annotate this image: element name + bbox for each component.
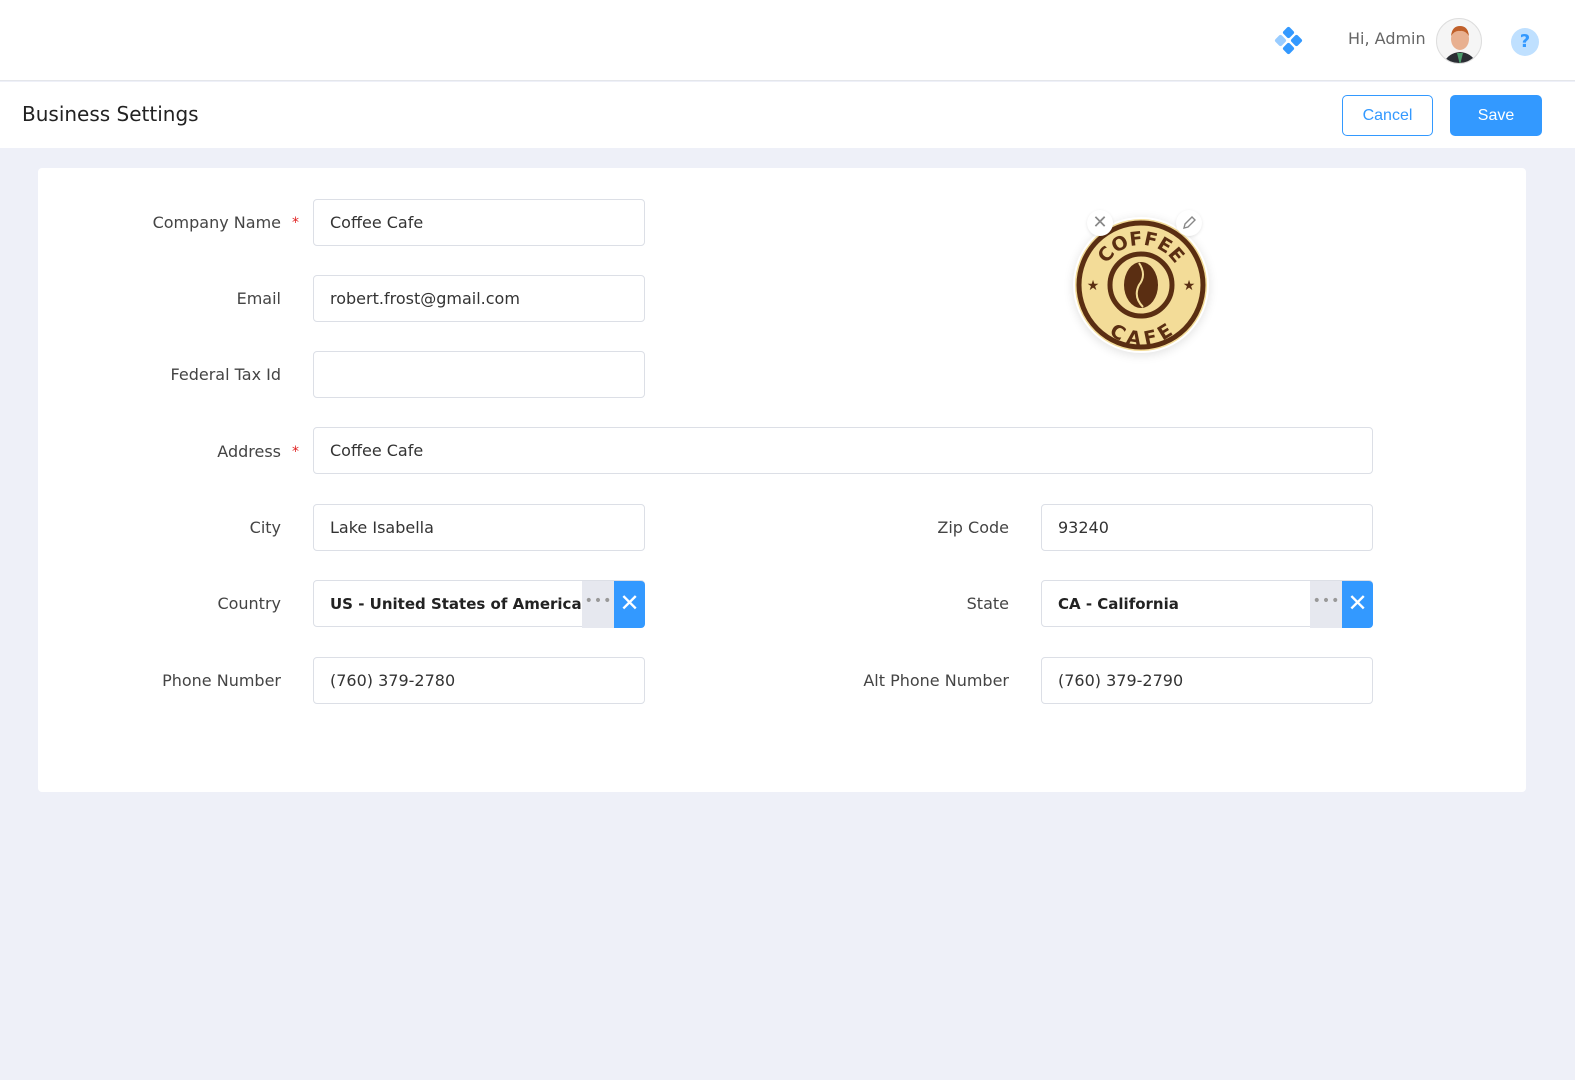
- help-icon[interactable]: ?: [1511, 28, 1539, 56]
- state-select[interactable]: CA - California ••• ✕: [1041, 580, 1373, 628]
- remove-logo-icon[interactable]: ✕: [1087, 210, 1113, 236]
- alt-phone-number-label: Alt Phone Number: [863, 671, 1009, 690]
- country-clear-button[interactable]: ✕: [614, 581, 645, 628]
- edit-logo-icon[interactable]: [1176, 210, 1202, 236]
- svg-text:★: ★: [1183, 278, 1196, 294]
- phone-number-input[interactable]: (760) 379-2780: [313, 657, 645, 704]
- alt-phone-number-input[interactable]: (760) 379-2790: [1041, 657, 1373, 704]
- country-label: Country: [217, 594, 281, 613]
- page-header: Business Settings Cancel Save: [0, 82, 1575, 148]
- state-label: State: [966, 594, 1009, 613]
- settings-form: Company Name * Coffee Cafe Email robert.…: [38, 168, 1526, 792]
- required-marker: *: [292, 215, 299, 231]
- svg-text:★: ★: [1087, 278, 1100, 294]
- app-logo-icon[interactable]: [1274, 26, 1303, 55]
- save-button[interactable]: Save: [1450, 95, 1542, 136]
- company-logo: COFFEE CAFE ★ ★: [1073, 217, 1209, 353]
- address-input[interactable]: Coffee Cafe: [313, 427, 1373, 474]
- address-label: Address: [217, 442, 281, 461]
- user-greeting: Hi, Admin: [1348, 29, 1426, 48]
- required-marker: *: [292, 444, 299, 460]
- state-more-button[interactable]: •••: [1310, 581, 1343, 628]
- email-label: Email: [236, 289, 281, 308]
- country-more-button[interactable]: •••: [582, 581, 615, 628]
- phone-number-label: Phone Number: [162, 671, 281, 690]
- state-clear-button[interactable]: ✕: [1342, 581, 1373, 628]
- zip-code-input[interactable]: 93240: [1041, 504, 1373, 551]
- federal-tax-id-input[interactable]: [313, 351, 645, 398]
- state-value: CA - California: [1058, 594, 1179, 613]
- email-input[interactable]: robert.frost@gmail.com: [313, 275, 645, 322]
- cancel-button[interactable]: Cancel: [1342, 95, 1433, 136]
- company-name-label: Company Name: [152, 213, 281, 232]
- country-value: US - United States of America: [330, 594, 582, 613]
- country-select[interactable]: US - United States of America ••• ✕: [313, 580, 645, 628]
- federal-tax-id-label: Federal Tax Id: [170, 365, 281, 384]
- avatar[interactable]: [1436, 18, 1482, 64]
- zip-code-label: Zip Code: [937, 518, 1009, 537]
- city-input[interactable]: Lake Isabella: [313, 504, 645, 551]
- top-bar: Hi, Admin ?: [0, 0, 1575, 81]
- page-title: Business Settings: [22, 102, 199, 126]
- company-name-input[interactable]: Coffee Cafe: [313, 199, 645, 246]
- city-label: City: [249, 518, 281, 537]
